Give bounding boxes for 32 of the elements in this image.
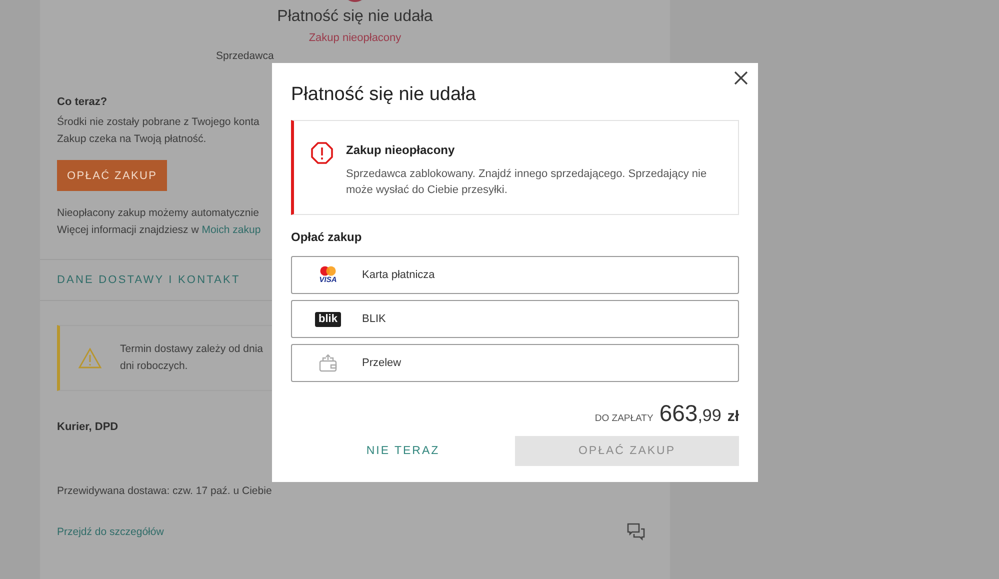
payment-option[interactable]: blik BLIK <box>291 300 739 338</box>
alert-title: Zakup nieopłacony <box>346 143 456 157</box>
total-label: DO ZAPŁATY <box>594 413 654 424</box>
carrier-text: Kurier, DPD <box>57 421 120 433</box>
details-link[interactable]: Przejdź do szczegółów <box>57 526 164 538</box>
info-text: Środki nie zostały pobrane z Twojego konta <box>57 114 260 130</box>
info-text: Zakup czeka na Twoją płatność. <box>57 132 208 147</box>
info-text: Nieopłacony zakup możemy automatycznie <box>57 206 259 221</box>
blik-logo-icon: blik <box>314 312 342 326</box>
section-title: Opłać zakup <box>291 230 363 244</box>
close-icon[interactable] <box>732 69 750 87</box>
info-text: Więcej informacji znajdziesz w Moich zakup <box>57 223 261 238</box>
delivery-estimate: Przewidywana dostawa: czw. 17 paź. u Ciebie <box>57 484 273 499</box>
wallet-icon <box>318 354 338 372</box>
status-text: Zakup nieopłacony <box>308 32 402 44</box>
warning-icon <box>78 347 102 369</box>
seller-text: Sprzedawca <box>216 50 274 62</box>
error-icon <box>310 141 334 165</box>
warning-text: dni roboczych. <box>120 359 189 374</box>
warning-text: Termin dostawy zależy od dnia <box>120 342 263 357</box>
my-purchases-link[interactable]: Moich zakup <box>202 224 261 236</box>
currency-text: zł <box>727 408 739 425</box>
pay-button[interactable]: OPŁAĆ ZAKUP <box>57 160 168 191</box>
alert-message: Sprzedawca zablokowany. Znajdź innego sprzedającego. Sprzedający nie może wysłać do Ciebie przesyłki. <box>346 167 708 198</box>
dialog-title: Płatność się nie udała <box>291 84 477 106</box>
section-heading: Co teraz? <box>57 96 108 108</box>
page-title: Płatność się nie udała <box>277 8 433 26</box>
section-heading: DANE DOSTAWY I KONTAKT <box>57 274 240 286</box>
chat-icon[interactable] <box>626 522 646 542</box>
payment-option[interactable]: Przelew <box>291 344 739 382</box>
total-amount: 663,99 <box>659 400 722 427</box>
not-now-button[interactable]: NIE TERAZ <box>291 436 515 466</box>
